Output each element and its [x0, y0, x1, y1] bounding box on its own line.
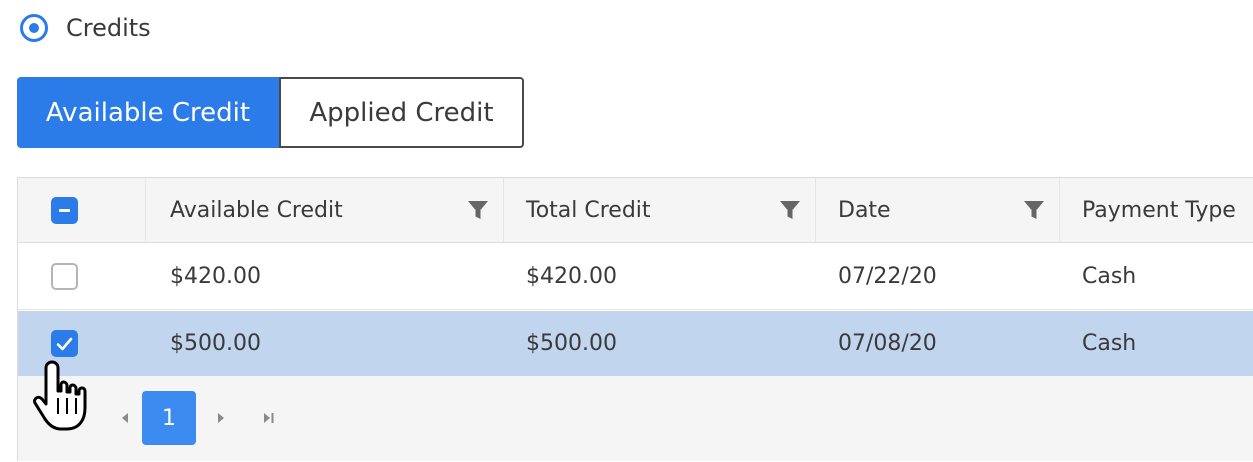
cell-available-credit: $500.00 — [170, 331, 261, 356]
filter-icon[interactable] — [1023, 199, 1045, 221]
grid-pager: 1 — [18, 376, 1253, 461]
column-label: Date — [838, 197, 891, 223]
column-header-date[interactable]: Date — [816, 178, 1060, 242]
column-header-payment-type[interactable]: Payment Type — [1060, 178, 1253, 242]
last-page-icon[interactable] — [254, 412, 284, 424]
filter-icon[interactable] — [467, 199, 489, 221]
hand-pointer-icon — [33, 360, 87, 431]
cell-total-credit: $420.00 — [526, 264, 617, 289]
checkbox-icon[interactable] — [50, 263, 78, 290]
checkbox-checked-icon[interactable] — [50, 330, 78, 357]
table-row[interactable]: $500.00 $500.00 07/08/20 Cash — [18, 311, 1253, 376]
row-checkbox-cell — [18, 244, 110, 309]
page-button-current[interactable]: 1 — [142, 391, 196, 445]
grid-header-row: Available Credit Total Credit Date Payme… — [18, 178, 1253, 243]
column-header-total-credit[interactable]: Total Credit — [504, 178, 816, 242]
radio-selected-icon[interactable] — [20, 14, 48, 42]
cell-payment-type: Cash — [1082, 264, 1137, 289]
column-label: Payment Type — [1082, 197, 1236, 223]
checkbox-indeterminate-icon[interactable] — [50, 196, 78, 224]
caret-right-icon[interactable] — [206, 412, 236, 424]
column-label: Available Credit — [170, 197, 343, 223]
credits-label: Credits — [66, 14, 151, 42]
column-label: Total Credit — [526, 197, 651, 223]
filter-icon[interactable] — [779, 199, 801, 221]
cell-date: 07/22/20 — [838, 264, 937, 289]
credits-grid: Available Credit Total Credit Date Payme… — [17, 177, 1253, 461]
header-checkbox-cell — [18, 178, 110, 242]
row-spacer — [110, 311, 146, 376]
tab-available-credit[interactable]: Available Credit — [17, 77, 279, 148]
cell-total-credit: $500.00 — [526, 331, 617, 356]
caret-left-icon[interactable] — [110, 412, 140, 424]
header-spacer — [110, 178, 146, 242]
column-header-available-credit[interactable]: Available Credit — [146, 178, 504, 242]
cell-payment-type: Cash — [1082, 331, 1137, 356]
cell-date: 07/08/20 — [838, 331, 937, 356]
row-spacer — [110, 244, 146, 309]
cell-available-credit: $420.00 — [170, 264, 261, 289]
credit-tabs: Available Credit Applied Credit — [17, 77, 524, 148]
table-row[interactable]: $420.00 $420.00 07/22/20 Cash — [18, 244, 1253, 310]
credits-radio-option[interactable]: Credits — [20, 14, 151, 42]
tab-applied-credit[interactable]: Applied Credit — [279, 77, 524, 148]
